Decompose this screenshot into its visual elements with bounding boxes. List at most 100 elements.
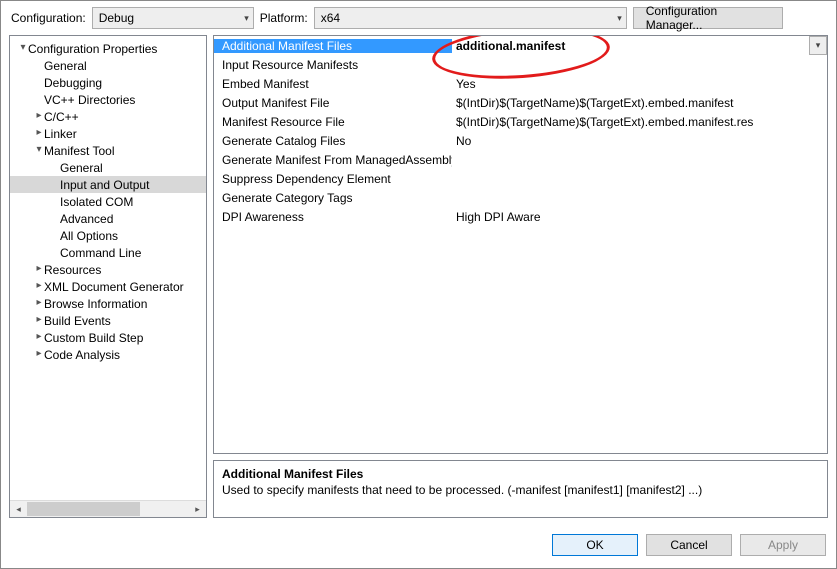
property-name: Generate Manifest From ManagedAssembly [214, 153, 452, 167]
property-name: Embed Manifest [214, 77, 452, 91]
expander-closed-icon[interactable]: ▸ [34, 127, 44, 138]
tree-node-label: C/C++ [44, 110, 79, 124]
tree-node[interactable]: Isolated COM [10, 193, 206, 210]
configuration-combo[interactable]: Debug ▾ [92, 7, 254, 29]
property-row[interactable]: Generate Catalog FilesNo [214, 131, 827, 150]
property-row[interactable]: Output Manifest File$(IntDir)$(TargetNam… [214, 93, 827, 112]
tree-node[interactable]: Command Line [10, 244, 206, 261]
tree-node-label: Advanced [60, 212, 113, 226]
tree-node-label: General [60, 161, 103, 175]
tree-node[interactable]: ▸Build Events [10, 312, 206, 329]
tree-node[interactable]: ▸C/C++ [10, 108, 206, 125]
tree-node-label: Configuration Properties [28, 42, 157, 56]
main-split: ▾Configuration PropertiesGeneralDebuggin… [1, 35, 836, 526]
ok-button[interactable]: OK [552, 534, 638, 556]
tree-node[interactable]: ▾Configuration Properties [10, 40, 206, 57]
scroll-thumb[interactable] [27, 502, 140, 516]
property-name: Suppress Dependency Element [214, 172, 452, 186]
tree-node[interactable]: ▾Manifest Tool [10, 142, 206, 159]
tree-node[interactable]: All Options [10, 227, 206, 244]
expander-open-icon[interactable]: ▾ [34, 144, 44, 155]
tree-node-label: Resources [44, 263, 101, 277]
tree-node-label: Custom Build Step [44, 331, 143, 345]
cancel-button[interactable]: Cancel [646, 534, 732, 556]
tree-node-label: XML Document Generator [44, 280, 184, 294]
property-value[interactable]: additional.manifest [452, 39, 809, 53]
tree-node-label: VC++ Directories [44, 93, 135, 107]
scroll-track[interactable] [27, 501, 189, 517]
left-panel: ▾Configuration PropertiesGeneralDebuggin… [9, 35, 207, 518]
tree-node[interactable]: Advanced [10, 210, 206, 227]
property-row[interactable]: Suppress Dependency Element [214, 169, 827, 188]
property-name: DPI Awareness [214, 210, 452, 224]
property-grid[interactable]: Additional Manifest Filesadditional.mani… [213, 35, 828, 454]
chevron-down-icon: ▾ [244, 13, 249, 24]
description-title: Additional Manifest Files [222, 467, 819, 481]
top-toolbar: Configuration: Debug ▾ Platform: x64 ▾ C… [1, 1, 836, 35]
tree-node-label: Command Line [60, 246, 141, 260]
property-pages-dialog: Configuration: Debug ▾ Platform: x64 ▾ C… [0, 0, 837, 569]
tree-node[interactable]: Input and Output [10, 176, 206, 193]
expander-open-icon[interactable]: ▾ [18, 42, 28, 53]
tree-horizontal-scrollbar[interactable]: ◂ ▸ [10, 500, 206, 517]
property-row[interactable]: DPI AwarenessHigh DPI Aware [214, 207, 827, 226]
property-name: Input Resource Manifests [214, 58, 452, 72]
property-row[interactable]: Additional Manifest Filesadditional.mani… [214, 36, 827, 55]
tree-node[interactable]: ▸Custom Build Step [10, 329, 206, 346]
tree-node[interactable]: ▸Resources [10, 261, 206, 278]
property-row[interactable]: Manifest Resource File$(IntDir)$(TargetN… [214, 112, 827, 131]
property-value[interactable]: $(IntDir)$(TargetName)$(TargetExt).embed… [452, 96, 827, 110]
expander-closed-icon[interactable]: ▸ [34, 280, 44, 291]
apply-button[interactable]: Apply [740, 534, 826, 556]
scroll-left-icon[interactable]: ◂ [10, 501, 27, 518]
tree-node-label: All Options [60, 229, 118, 243]
tree-node-label: Debugging [44, 76, 102, 90]
configuration-label: Configuration: [11, 11, 86, 25]
property-name: Generate Category Tags [214, 191, 452, 205]
tree-node[interactable]: Debugging [10, 74, 206, 91]
tree-node[interactable]: ▸Browse Information [10, 295, 206, 312]
expander-closed-icon[interactable]: ▸ [34, 263, 44, 274]
tree-node-label: Input and Output [60, 178, 149, 192]
tree-node-label: Code Analysis [44, 348, 120, 362]
property-value[interactable]: Yes [452, 77, 827, 91]
expander-closed-icon[interactable]: ▸ [34, 314, 44, 325]
tree-node-label: Build Events [44, 314, 111, 328]
tree-node[interactable]: VC++ Directories [10, 91, 206, 108]
dialog-buttons: OK Cancel Apply [1, 526, 836, 568]
description-panel: Additional Manifest Files Used to specif… [213, 460, 828, 518]
tree-node-label: Browse Information [44, 297, 147, 311]
expander-closed-icon[interactable]: ▸ [34, 297, 44, 308]
property-name: Generate Catalog Files [214, 134, 452, 148]
description-body: Used to specify manifests that need to b… [222, 483, 819, 497]
platform-combo[interactable]: x64 ▾ [314, 7, 627, 29]
tree-node[interactable]: General [10, 159, 206, 176]
tree-node[interactable]: General [10, 57, 206, 74]
platform-label: Platform: [260, 11, 308, 25]
expander-closed-icon[interactable]: ▸ [34, 348, 44, 359]
property-value[interactable]: No [452, 134, 827, 148]
expander-closed-icon[interactable]: ▸ [34, 110, 44, 121]
tree-node[interactable]: ▸XML Document Generator [10, 278, 206, 295]
property-value[interactable]: $(IntDir)$(TargetName)$(TargetExt).embed… [452, 115, 827, 129]
tree-node-label: General [44, 59, 87, 73]
configuration-value: Debug [99, 11, 134, 25]
expander-closed-icon[interactable]: ▸ [34, 331, 44, 342]
tree-node-label: Linker [44, 127, 77, 141]
configuration-manager-button[interactable]: Configuration Manager... [633, 7, 783, 29]
property-row[interactable]: Embed ManifestYes [214, 74, 827, 93]
property-row[interactable]: Generate Category Tags [214, 188, 827, 207]
scroll-right-icon[interactable]: ▸ [189, 501, 206, 518]
tree-node-label: Isolated COM [60, 195, 133, 209]
chevron-down-icon: ▾ [617, 13, 622, 24]
dropdown-button-icon[interactable]: ▾ [809, 36, 827, 55]
nav-tree[interactable]: ▾Configuration PropertiesGeneralDebuggin… [10, 36, 206, 500]
tree-node[interactable]: ▸Linker [10, 125, 206, 142]
platform-value: x64 [321, 11, 340, 25]
property-row[interactable]: Generate Manifest From ManagedAssembly [214, 150, 827, 169]
property-value[interactable]: High DPI Aware [452, 210, 827, 224]
property-name: Output Manifest File [214, 96, 452, 110]
right-panel: Additional Manifest Files additional.mani… [213, 35, 828, 518]
property-row[interactable]: Input Resource Manifests [214, 55, 827, 74]
tree-node[interactable]: ▸Code Analysis [10, 346, 206, 363]
